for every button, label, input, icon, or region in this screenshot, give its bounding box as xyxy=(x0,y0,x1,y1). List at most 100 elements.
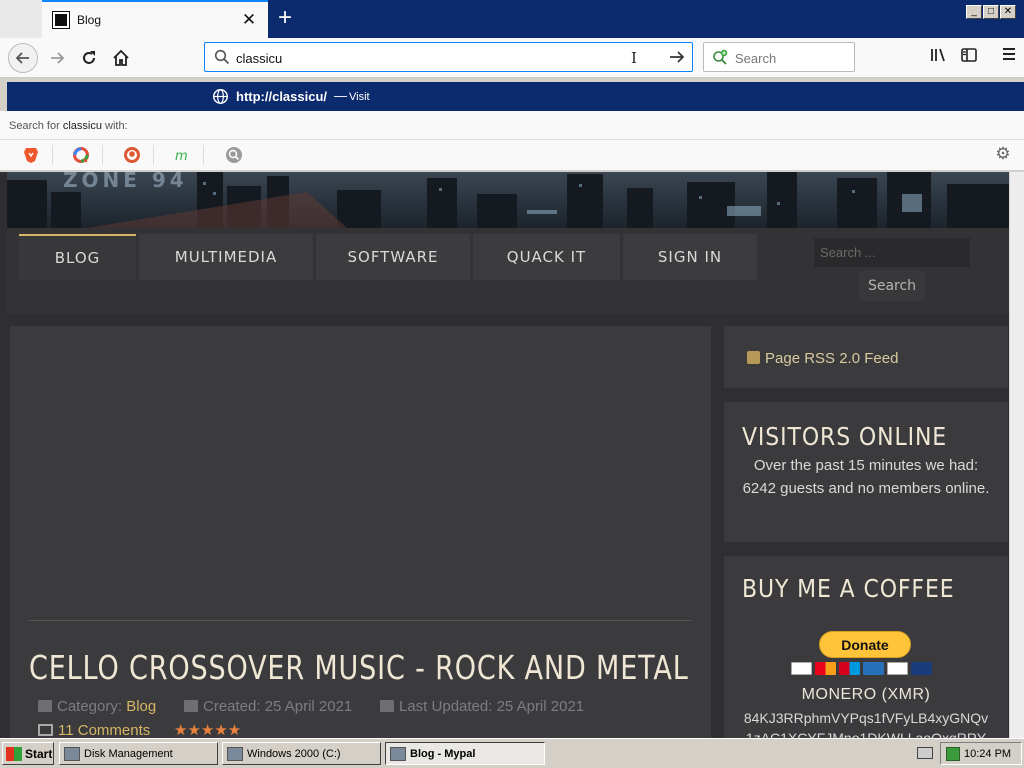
forward-arrow-icon xyxy=(51,52,65,64)
rss-feed-link[interactable]: Page RSS 2.0 Feed xyxy=(747,350,898,367)
duckduckgo-icon[interactable] xyxy=(123,146,141,164)
system-tray: 10:24 PM xyxy=(940,742,1022,765)
coffee-title: BUY ME A COFFEE xyxy=(742,574,955,603)
back-button[interactable] xyxy=(8,43,38,73)
forward-button[interactable] xyxy=(42,43,72,73)
tab-favicon-icon xyxy=(52,11,70,29)
menu-item-software[interactable]: SOFTWARE xyxy=(316,234,470,280)
url-suggestion-row[interactable]: http://classicu/ — Visit xyxy=(7,82,1024,111)
article-title[interactable]: CELLO CROSSOVER MUSIC - ROCK AND METAL xyxy=(29,648,689,687)
search-icon xyxy=(214,49,230,65)
site-search-button[interactable]: Search xyxy=(859,270,925,301)
url-bar[interactable]: I xyxy=(204,42,693,72)
amex-icon xyxy=(863,662,884,675)
article-updated: Last Updated: 25 April 2021 xyxy=(380,698,584,715)
navigation-toolbar: I xyxy=(0,38,1024,78)
back-arrow-icon xyxy=(15,52,29,64)
divider xyxy=(52,145,53,165)
coffee-box: BUY ME A COFFEE Donate MONERO (XMR) 84KJ… xyxy=(724,556,1008,738)
payment-cards xyxy=(791,662,932,675)
article-category: Category: Blog xyxy=(38,698,156,715)
comments-link[interactable]: 11 Comments xyxy=(38,722,150,738)
search-for-label: Search for classicu with: xyxy=(9,120,128,132)
site-logo[interactable]: ZONE 94 xyxy=(63,172,188,192)
drive-icon xyxy=(227,746,243,761)
menu-item-sign-in[interactable]: SIGN IN xyxy=(623,234,757,280)
close-tab-icon[interactable]: ✕ xyxy=(240,11,258,29)
comment-icon xyxy=(38,724,53,736)
network-icon[interactable] xyxy=(946,746,960,761)
menu-item-multimedia[interactable]: MULTIMEDIA xyxy=(139,234,313,280)
visitors-title: VISITORS ONLINE xyxy=(742,422,948,451)
visit-label: Visit xyxy=(349,91,370,103)
divider xyxy=(29,620,691,621)
site-search-input[interactable] xyxy=(814,238,970,267)
star-rating[interactable]: ★★★★★ xyxy=(174,721,241,738)
monero-label: MONERO (XMR) xyxy=(801,686,931,703)
reload-button[interactable] xyxy=(74,43,104,73)
menu-item-blog[interactable]: BLOG xyxy=(19,234,136,280)
one-off-search-panel: Search for classicu with: m ⚙ xyxy=(0,111,1024,171)
mypal-icon xyxy=(390,746,406,761)
brave-icon[interactable] xyxy=(22,146,40,164)
library-icon[interactable] xyxy=(927,46,949,68)
calendar-icon xyxy=(380,700,394,712)
hamburger-menu-icon[interactable] xyxy=(998,46,1020,68)
visa-icon xyxy=(791,662,812,675)
page-scrollbar[interactable] xyxy=(1009,172,1024,738)
browser-tab[interactable]: Blog ✕ xyxy=(42,0,268,38)
divider xyxy=(203,145,204,165)
suggested-url: http://classicu/ xyxy=(236,89,328,104)
qwant-icon[interactable] xyxy=(72,146,90,164)
search-settings-gear-icon[interactable]: ⚙ xyxy=(993,144,1013,164)
tab-bar-spacer xyxy=(0,0,42,38)
maestro-icon xyxy=(839,662,860,675)
visitors-box: VISITORS ONLINE Over the past 15 minutes… xyxy=(724,402,1008,542)
mastercard-icon xyxy=(815,662,836,675)
windows-logo-icon xyxy=(6,746,22,761)
svg-text:m: m xyxy=(175,149,188,164)
new-tab-button[interactable]: + xyxy=(272,6,298,32)
folder-icon xyxy=(38,700,52,712)
rss-box: Page RSS 2.0 Feed xyxy=(724,326,1008,388)
site-menu: BLOG MULTIMEDIA SOFTWARE QUACK IT SIGN I… xyxy=(7,228,1009,314)
window-controls: _ □ ✕ xyxy=(966,5,1016,19)
divider xyxy=(102,145,103,165)
card-icon xyxy=(911,662,932,675)
disk-management-icon xyxy=(64,746,80,761)
search-bar[interactable] xyxy=(703,42,855,72)
mojeek-icon[interactable]: m xyxy=(173,146,191,164)
web-page: ZONE 94 BLOG MULTIMEDIA SOFTWARE QUACK I… xyxy=(0,172,1024,738)
keyboard-icon[interactable] xyxy=(917,747,933,759)
divider xyxy=(0,139,1024,140)
home-button[interactable] xyxy=(106,43,136,73)
rss-icon xyxy=(747,351,760,364)
close-window-button[interactable]: ✕ xyxy=(1000,5,1016,19)
maximize-button[interactable]: □ xyxy=(983,5,999,19)
search-engine-icon[interactable] xyxy=(225,146,243,164)
task-blog-mypal[interactable]: Blog - Mypal xyxy=(385,742,545,765)
windows-taskbar: Start Disk Management Windows 2000 (C:) … xyxy=(0,738,1024,768)
task-disk-management[interactable]: Disk Management xyxy=(59,742,218,765)
discover-icon xyxy=(887,662,908,675)
article-created: Created: 25 April 2021 xyxy=(184,698,352,715)
url-input[interactable] xyxy=(236,49,656,67)
sidebar-toggle-icon[interactable] xyxy=(958,46,980,68)
globe-icon xyxy=(212,88,229,105)
tab-title: Blog xyxy=(77,13,102,27)
home-icon xyxy=(113,49,129,66)
text-cursor-icon: I xyxy=(631,49,637,67)
menu-item-quack-it[interactable]: QUACK IT xyxy=(473,234,620,280)
donate-button[interactable]: Donate xyxy=(819,631,911,658)
category-link[interactable]: Blog xyxy=(126,698,156,715)
start-button[interactable]: Start xyxy=(2,742,54,765)
clock: 10:24 PM xyxy=(964,747,1012,760)
monero-address: 84KJ3RRphmVYPqs1fVFyLB4xyGNQv1zAC1XCYFJM… xyxy=(743,710,989,738)
go-arrow-icon[interactable] xyxy=(667,47,687,67)
divider xyxy=(153,145,154,165)
search-engine-add-icon xyxy=(713,49,728,65)
minimize-button[interactable]: _ xyxy=(966,5,982,19)
search-input[interactable] xyxy=(735,49,847,67)
reload-icon xyxy=(83,51,95,64)
task-windows-2000[interactable]: Windows 2000 (C:) xyxy=(222,742,381,765)
